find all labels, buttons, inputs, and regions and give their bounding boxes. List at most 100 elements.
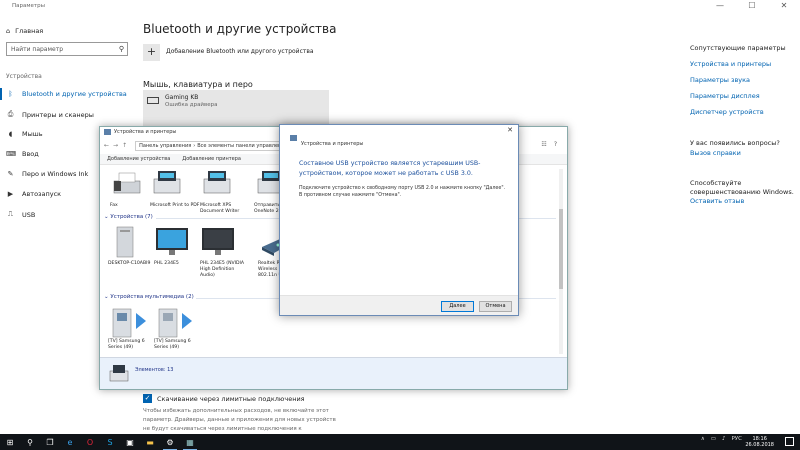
sidebar-item-autoplay[interactable]: ▶ Автозапуск: [6, 190, 61, 198]
language-indicator[interactable]: РУС: [731, 436, 742, 442]
device-tile[interactable]: Gaming KB Ошибка драйвера: [143, 90, 329, 127]
add-printer-command[interactable]: Добавление принтера: [182, 156, 241, 162]
sidebar-item-label: Перо и Windows Ink: [22, 170, 89, 178]
sidebar-item-pen[interactable]: ✎ Перо и Windows Ink: [6, 170, 89, 178]
add-device-button[interactable]: +: [143, 44, 160, 61]
edge-icon[interactable]: e: [60, 434, 80, 450]
explorer-view-controls: ☷ ?: [541, 141, 557, 148]
device-label: Microsoft Print to PDF: [150, 203, 200, 208]
link-display-settings[interactable]: Параметры дисплея: [690, 92, 760, 100]
link-help[interactable]: Вызов справки: [690, 149, 741, 157]
nav-home-label: Главная: [15, 27, 44, 35]
printer-pdf[interactable]: Microsoft Print to PDF: [150, 167, 200, 209]
home-icon: ⌂: [6, 27, 11, 35]
view-options-icon[interactable]: ☷: [541, 141, 546, 148]
related-settings-header: Сопутствующие параметры: [690, 44, 786, 52]
device-label: PHL 234E5 (NVIDIA High Definition Audio): [200, 261, 245, 278]
usb-icon: ⎍: [8, 210, 13, 218]
search-input[interactable]: Найти параметр ⚲: [6, 42, 128, 56]
monitor-icon: [200, 225, 250, 258]
back-icon[interactable]: ←: [104, 142, 109, 149]
device-tv-1[interactable]: [TV] Samsung 6 Series (49): [108, 303, 158, 351]
clock[interactable]: 18:16 26.08.2018: [745, 436, 774, 448]
close-icon[interactable]: ✕: [507, 126, 513, 134]
close-button[interactable]: ✕: [774, 0, 794, 12]
plus-icon: +: [146, 45, 157, 58]
printer-icon: [150, 167, 200, 200]
sidebar-item-mouse[interactable]: ◖ Мышь: [6, 130, 43, 138]
questions-header: У вас появились вопросы?: [690, 139, 780, 147]
device-label: Microsoft XPS Document Writer: [200, 203, 240, 214]
volume-icon[interactable]: ♪: [722, 436, 726, 442]
sidebar-item-label: Мышь: [22, 130, 43, 138]
task-view-icon[interactable]: ❐: [40, 434, 60, 450]
active-indicator: [0, 88, 2, 100]
windows-start-icon[interactable]: ⊞: [0, 434, 20, 450]
search-icon: ⚲: [118, 45, 124, 53]
forward-icon[interactable]: →: [113, 142, 118, 149]
notification-icon[interactable]: [785, 437, 794, 446]
sidebar-item-label: Bluetooth и другие устройства: [22, 90, 127, 98]
printer-xps[interactable]: Microsoft XPS Document Writer: [200, 167, 250, 215]
breadcrumb-1[interactable]: Все элементы панели управления: [197, 143, 287, 149]
device-desktop[interactable]: DESKTOP-C10ABI9: [108, 225, 158, 267]
scrollbar[interactable]: [559, 169, 563, 354]
devices-group-header[interactable]: ⌄ Устройства (7): [104, 214, 153, 220]
media-device-icon: [154, 303, 204, 338]
maximize-button[interactable]: ☐: [742, 0, 762, 12]
add-device-label[interactable]: Добавление Bluetooth или другого устройс…: [166, 48, 314, 55]
improve-header: Способствуйте совершенствованию Windows.: [690, 179, 794, 196]
group-label: Устройства мультимедиа (2): [110, 294, 194, 300]
sidebar-item-printers[interactable]: ⎙ Принтеры и сканеры: [6, 110, 94, 119]
nav-section-header: Устройства: [6, 73, 42, 80]
metered-checkbox[interactable]: ✓: [143, 394, 152, 403]
mouse-icon: ◖: [8, 130, 13, 138]
opera-icon[interactable]: O: [80, 434, 100, 450]
scrollbar-thumb[interactable]: [559, 209, 563, 289]
add-device-command[interactable]: Добавление устройства: [107, 156, 170, 162]
breadcrumb-0[interactable]: Панель управления: [139, 143, 191, 149]
settings-icon[interactable]: ⚙: [160, 434, 180, 450]
search-placeholder: Найти параметр: [11, 46, 63, 53]
link-device-manager[interactable]: Диспетчер устройств: [690, 108, 764, 116]
device-label: DESKTOP-C10ABI9: [108, 261, 151, 266]
settings-window: Параметры — ☐ ✕ ⌂ Главная Найти параметр…: [0, 0, 800, 450]
devices-window-icon: [290, 135, 297, 141]
multimedia-group-header[interactable]: ⌄ Устройства мультимедиа (2): [104, 294, 194, 300]
help-icon[interactable]: ?: [554, 141, 557, 148]
search-icon[interactable]: ⚲: [20, 434, 40, 450]
sidebar-item-usb[interactable]: ⎍ USB: [6, 210, 35, 219]
cancel-button[interactable]: Отмена: [479, 301, 512, 312]
link-devices-printers[interactable]: Устройства и принтеры: [690, 60, 771, 68]
device-monitor[interactable]: PHL 234E5: [154, 225, 204, 267]
device-tv-2[interactable]: [TV] Samsung 6 Series (49): [154, 303, 204, 351]
explorer-icon[interactable]: ▬: [140, 434, 160, 450]
minimize-button[interactable]: —: [710, 0, 730, 12]
nav-home[interactable]: ⌂ Главная: [6, 27, 43, 35]
breadcrumb-separator: ›: [193, 142, 196, 149]
tray-arrow-icon[interactable]: ∧: [701, 436, 705, 442]
collapse-icon: ⌄: [104, 214, 109, 220]
sidebar-item-bluetooth[interactable]: ᛒ Bluetooth и другие устройства: [6, 90, 127, 98]
skype-icon[interactable]: S: [100, 434, 120, 450]
keyboard-icon: ⌨: [6, 150, 17, 158]
metered-checkbox-row[interactable]: ✓ Скачивание через лимитные подключения: [143, 394, 305, 403]
devices-window-icon: [104, 129, 111, 135]
next-button[interactable]: Далее: [441, 301, 474, 312]
devices-window-icon[interactable]: ▦: [180, 434, 200, 450]
explorer-title: Устройства и принтеры: [114, 129, 177, 135]
sidebar-item-label: Ввод: [22, 150, 39, 158]
monitor-icon: [154, 225, 204, 258]
store-icon[interactable]: ▣: [120, 434, 140, 450]
item-count: Элементов: 13: [135, 367, 174, 373]
network-icon[interactable]: ▭: [711, 436, 716, 442]
device-monitor-audio[interactable]: PHL 234E5 (NVIDIA High Definition Audio): [200, 225, 250, 279]
link-sound-settings[interactable]: Параметры звука: [690, 76, 750, 84]
page-title: Bluetooth и другие устройства: [143, 22, 337, 36]
dialog-title: Устройства и принтеры: [301, 141, 364, 147]
dialog-main-instruction: Составное USB устройство является устаре…: [299, 160, 481, 177]
metered-description: Чтобы избежать дополнительных расходов, …: [143, 408, 336, 432]
link-feedback[interactable]: Оставить отзыв: [690, 197, 744, 205]
sidebar-item-typing[interactable]: ⌨ Ввод: [6, 150, 39, 158]
up-icon[interactable]: ↑: [122, 142, 127, 149]
